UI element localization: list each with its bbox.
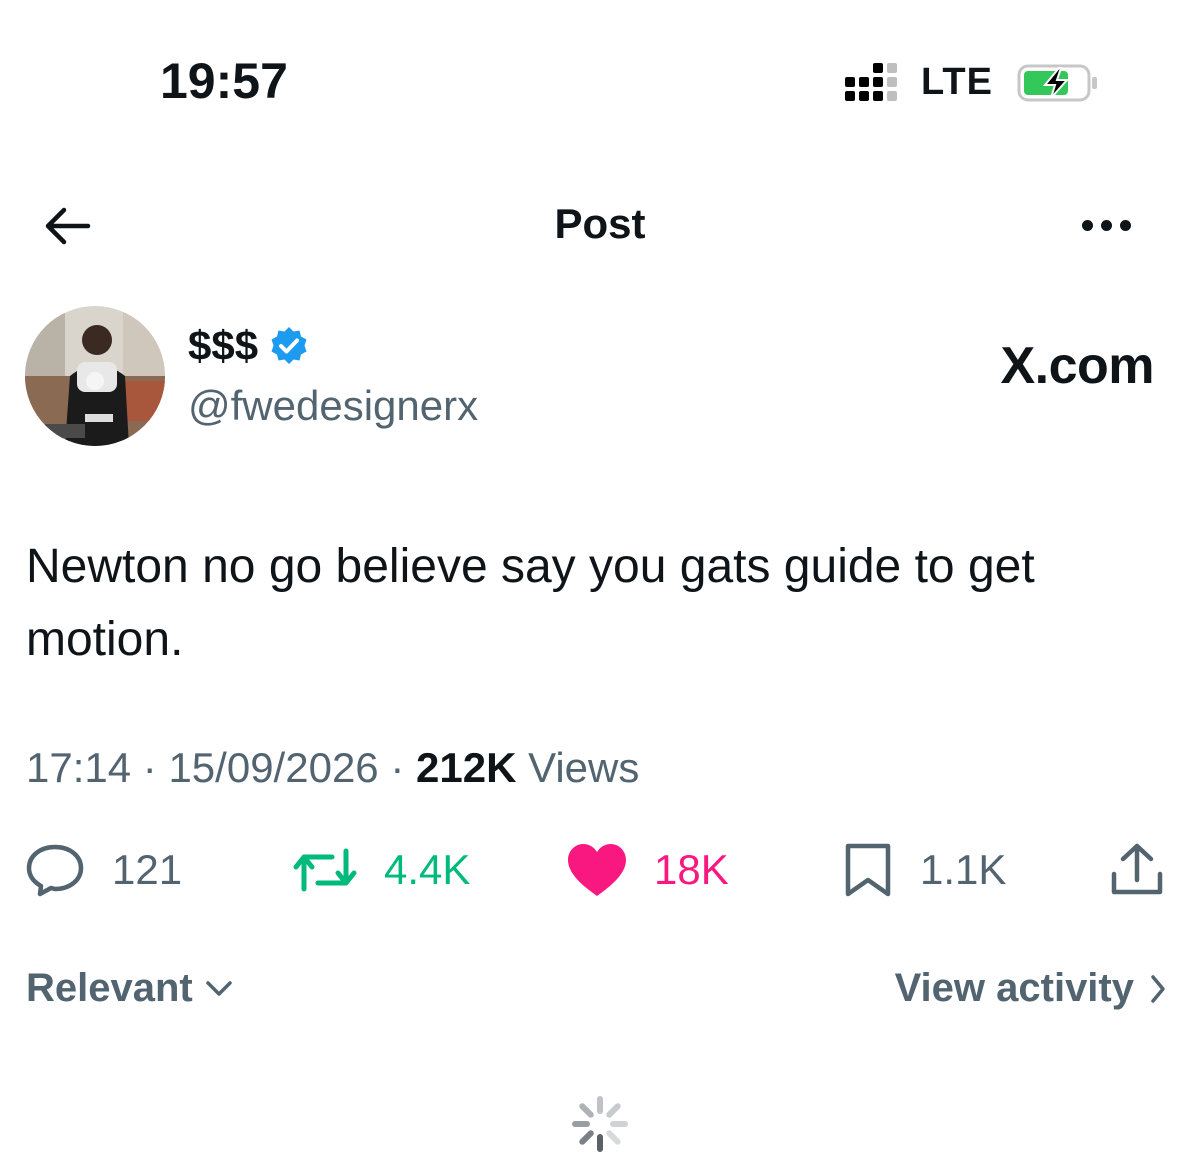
bookmark-count: 1.1K [920, 846, 1007, 893]
reply-sort-dropdown[interactable]: Relevant [26, 966, 233, 1011]
reply-button[interactable]: 121 [24, 840, 182, 900]
view-activity-label: View activity [894, 966, 1134, 1010]
like-button[interactable]: 18K [566, 840, 729, 900]
page-title: Post [554, 200, 646, 247]
repost-count: 4.4K [384, 846, 471, 893]
share-button[interactable] [1110, 840, 1164, 900]
like-count: 18K [654, 846, 729, 893]
post-date: 15/09/2026 [168, 744, 379, 791]
verified-badge-icon [271, 327, 307, 364]
status-indicators: LTE [845, 60, 1097, 104]
author-handle[interactable]: @fwedesignerx [188, 382, 478, 430]
battery-charging-icon [1017, 63, 1097, 102]
status-time: 19:57 [160, 53, 288, 109]
meta-separator: · [142, 744, 157, 791]
share-icon [1111, 843, 1163, 895]
bookmark-icon [845, 843, 891, 897]
post-text: Newton no go believe say you gats guide … [26, 540, 1035, 667]
repost-icon [293, 848, 357, 892]
views-label: Views [528, 744, 640, 791]
reply-count: 121 [112, 846, 183, 893]
cellular-signal-icon [845, 63, 897, 101]
network-type: LTE [921, 60, 993, 103]
reply-icon [26, 844, 84, 897]
more-horizontal-icon [1082, 219, 1093, 231]
heart-filled-icon [568, 844, 626, 896]
loading-spinner-icon [572, 1096, 628, 1152]
view-activity-link[interactable]: View activity [895, 966, 1166, 1011]
sort-label: Relevant [26, 966, 193, 1010]
post-meta: 17:14 · 15/09/2026 · 212K Views [26, 744, 639, 792]
meta-separator: · [390, 744, 405, 791]
avatar[interactable] [25, 306, 165, 446]
display-name[interactable]: $$$ [188, 322, 258, 370]
post-time: 17:14 [26, 744, 132, 791]
bookmark-button[interactable]: 1.1K [842, 840, 1006, 900]
chevron-right-icon [1151, 974, 1165, 1003]
chevron-down-icon [206, 980, 232, 996]
x-watermark: X.com [1000, 337, 1154, 395]
views-count[interactable]: 212K [416, 744, 516, 791]
repost-button[interactable]: 4.4K [292, 840, 470, 900]
author-name-row[interactable]: $$$ [188, 322, 310, 370]
more-options-button[interactable] [1082, 210, 1142, 240]
